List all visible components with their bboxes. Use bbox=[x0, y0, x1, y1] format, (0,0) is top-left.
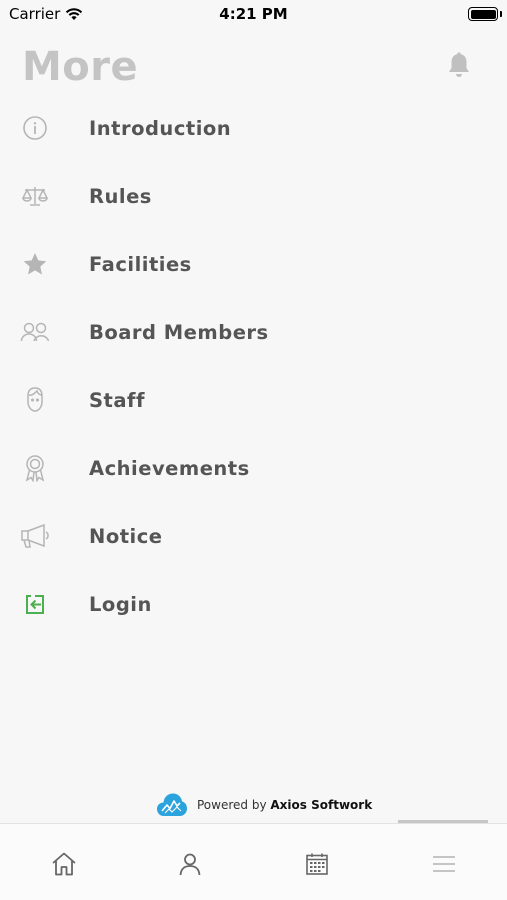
tab-more[interactable] bbox=[430, 850, 458, 878]
bell-icon[interactable] bbox=[446, 52, 472, 80]
menu-item-staff[interactable]: Staff bbox=[0, 366, 507, 434]
menu-label: Notice bbox=[89, 524, 163, 548]
menu-label: Board Members bbox=[89, 320, 269, 344]
menu-item-introduction[interactable]: Introduction bbox=[0, 94, 507, 162]
menu-label: Rules bbox=[89, 184, 152, 208]
status-bar: Carrier 4:21 PM bbox=[0, 0, 507, 28]
tab-calendar[interactable] bbox=[303, 850, 331, 878]
scales-icon bbox=[20, 181, 50, 211]
tab-profile[interactable] bbox=[176, 850, 204, 878]
tab-home[interactable] bbox=[50, 850, 78, 878]
menu-item-board-members[interactable]: Board Members bbox=[0, 298, 507, 366]
powered-by: Powered by Axios Softwork bbox=[156, 790, 372, 820]
company-name: Axios Softwork bbox=[270, 798, 373, 812]
status-time: 4:21 PM bbox=[219, 5, 288, 23]
menu-item-achievements[interactable]: Achievements bbox=[0, 434, 507, 502]
menu-item-rules[interactable]: Rules bbox=[0, 162, 507, 230]
cloud-logo-icon bbox=[157, 793, 187, 816]
face-icon bbox=[20, 385, 50, 415]
menu-label: Staff bbox=[89, 388, 145, 412]
page-title: More bbox=[22, 44, 139, 90]
users-icon bbox=[20, 317, 50, 347]
menu-item-notice[interactable]: Notice bbox=[0, 502, 507, 570]
menu-label: Facilities bbox=[89, 252, 192, 276]
menu-label: Introduction bbox=[89, 116, 232, 140]
person-icon bbox=[179, 853, 201, 876]
menu-item-login[interactable]: Login bbox=[0, 570, 507, 638]
megaphone-icon bbox=[20, 521, 50, 551]
battery-icon bbox=[468, 7, 498, 21]
menu-item-facilities[interactable]: Facilities bbox=[0, 230, 507, 298]
menu-icon bbox=[433, 856, 455, 872]
menu-label: Achievements bbox=[89, 456, 250, 480]
award-icon bbox=[20, 453, 50, 483]
tab-bar bbox=[0, 823, 507, 900]
powered-prefix: Powered by bbox=[197, 798, 267, 812]
login-icon bbox=[20, 589, 50, 619]
info-circle-icon bbox=[20, 113, 50, 143]
powered-text: Powered by Axios Softwork bbox=[197, 798, 372, 812]
star-icon bbox=[20, 249, 50, 279]
home-icon bbox=[52, 852, 76, 876]
battery-tip bbox=[500, 11, 502, 17]
calendar-icon bbox=[306, 853, 328, 875]
menu-label: Login bbox=[89, 592, 152, 616]
